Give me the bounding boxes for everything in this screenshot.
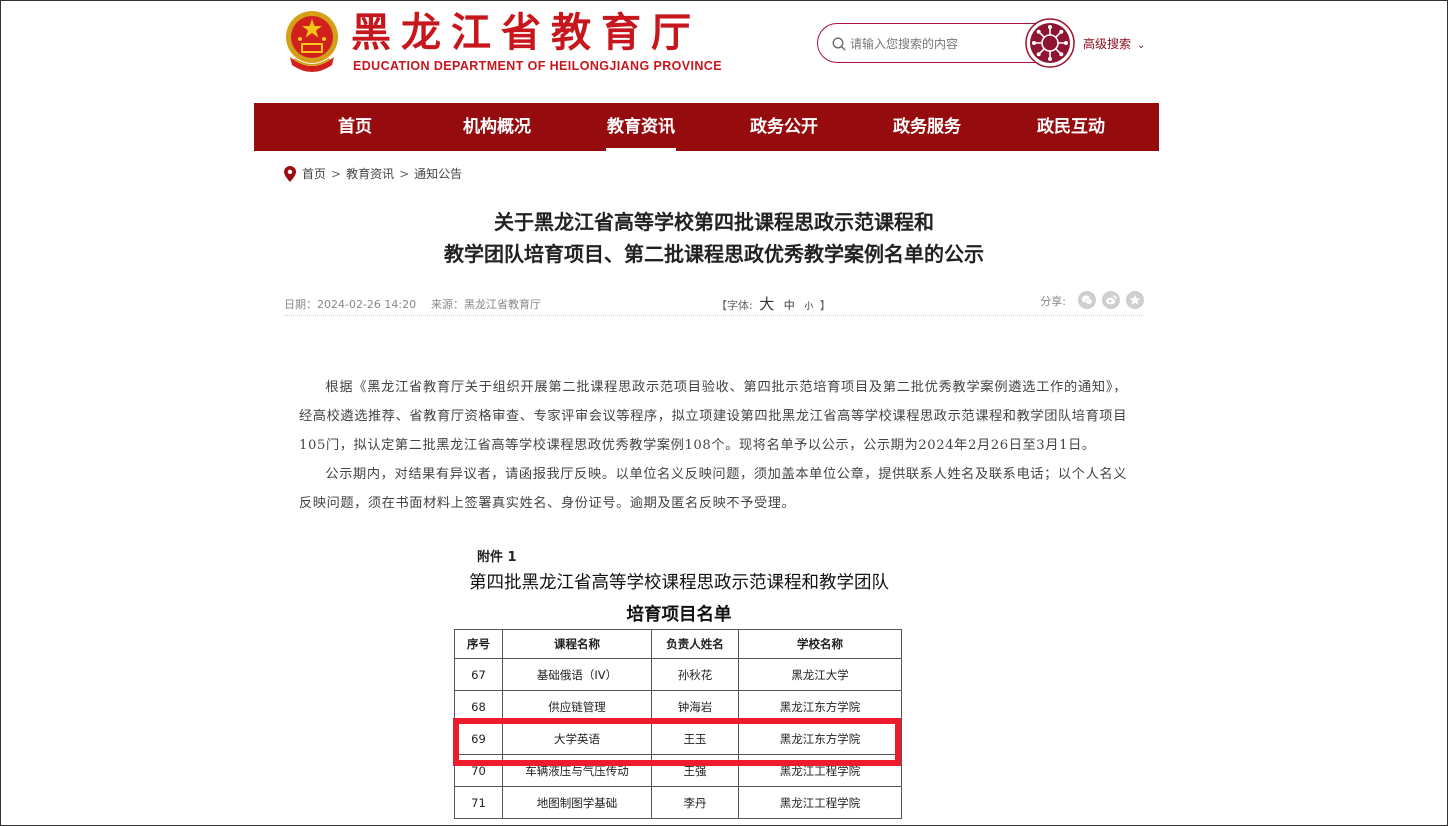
table-header-school: 学校名称 (738, 629, 902, 659)
table-cell-course: 供应链管理 (502, 690, 652, 723)
table-cell-course: 车辆液压与气压传动 (502, 754, 652, 787)
article-title: 关于黑龙江省高等学校第四批课程思政示范课程和 教学团队培育项目、第二批课程思政优… (284, 206, 1144, 270)
nav-item-public-interaction[interactable]: 政民互动 (1036, 103, 1106, 151)
share-bar: 分享: (1040, 291, 1144, 309)
font-label-close: 】 (819, 299, 831, 312)
table-cell-number: 70 (454, 754, 503, 787)
breadcrumb-home[interactable]: 首页 (302, 165, 326, 182)
table-cell-school: 黑龙江大学 (738, 658, 902, 691)
chevron-down-icon: ⌄ (1137, 40, 1146, 51)
nav-item-government-services[interactable]: 政务服务 (892, 103, 962, 151)
table-row: 68 供应链管理 钟海岩 黑龙江东方学院 (454, 690, 902, 723)
table-row: 67 基础俄语（IV） 孙秋花 黑龙江大学 (454, 658, 902, 691)
breadcrumb-separator: > (399, 166, 410, 181)
table-row: 70 车辆液压与气压传动 王强 黑龙江工程学院 (454, 754, 902, 787)
article-body: 根据《黑龙江省教育厅关于组织开展第二批课程思政示范项目验收、第四批示范培育项目及… (299, 373, 1127, 518)
table-cell-school: 黑龙江工程学院 (738, 754, 902, 787)
advanced-search-label: 高级搜索 (1083, 37, 1132, 51)
table-cell-leader: 王玉 (651, 722, 739, 755)
nav-item-government-affairs[interactable]: 政务公开 (749, 103, 819, 151)
advanced-search-link[interactable]: 高级搜索 ⌄ (1083, 35, 1145, 52)
table-row-highlighted: 69 大学英语 王玉 黑龙江东方学院 (454, 722, 902, 755)
site-title: 黑龙江省教育厅 (351, 9, 701, 56)
list-title-line1: 第四批黑龙江省高等学校课程思政示范课程和教学团队 (469, 573, 889, 593)
table-row: 71 地图制图学基础 李丹 黑龙江工程学院 (454, 786, 902, 819)
virus-icon[interactable] (1025, 18, 1075, 68)
site-subtitle: EDUCATION DEPARTMENT OF HEILONGJIANG PRO… (353, 59, 722, 73)
table-cell-course: 大学英语 (502, 722, 652, 755)
breadcrumb-education-news[interactable]: 教育资讯 (346, 165, 394, 182)
article-paragraph-2: 公示期内，对结果有异议者，请函报我厅反映。以单位名义反映问题，须加盖本单位公章，… (299, 467, 1127, 511)
table-cell-school: 黑龙江东方学院 (738, 722, 902, 755)
list-title-line2: 培育项目名单 (626, 605, 732, 625)
table-cell-school: 黑龙江工程学院 (738, 786, 902, 819)
location-pin-icon (284, 165, 296, 182)
national-emblem-icon (286, 11, 338, 72)
table-header-number: 序号 (454, 629, 503, 659)
article-date: 日期：2024-02-26 14:20 (284, 298, 417, 311)
table-cell-number: 68 (454, 690, 503, 723)
article-source: 来源：黑龙江省教育厅 (431, 298, 541, 311)
breadcrumb-notices[interactable]: 通知公告 (414, 165, 462, 182)
favorite-share-icon[interactable] (1126, 291, 1144, 309)
article-title-line2: 教学团队培育项目、第二批课程思政优秀教学案例名单的公示 (444, 242, 984, 266)
table-header-row: 序号 课程名称 负责人姓名 学校名称 (454, 629, 902, 659)
main-nav: 首页 机构概况 教育资讯 政务公开 政务服务 政民互动 (254, 103, 1159, 151)
table-cell-number: 71 (454, 786, 503, 819)
project-list-table: 序号 课程名称 负责人姓名 学校名称 67 基础俄语（IV） 孙秋花 黑龙江大学… (454, 629, 902, 819)
article-meta: 日期：2024-02-26 14:20 来源：黑龙江省教育厅 【字体: 大 中 … (284, 291, 1144, 316)
nav-item-home[interactable]: 首页 (329, 103, 381, 151)
font-size-small-button[interactable]: 小 (804, 302, 813, 312)
font-size-large-button[interactable]: 大 (759, 295, 774, 313)
breadcrumb: 首页 > 教育资讯 > 通知公告 (284, 165, 462, 182)
table-cell-leader: 李丹 (651, 786, 739, 819)
nav-item-about[interactable]: 机构概况 (462, 103, 532, 151)
wechat-share-icon[interactable] (1078, 291, 1096, 309)
table-cell-school: 黑龙江东方学院 (738, 690, 902, 723)
weibo-share-icon[interactable] (1102, 291, 1120, 309)
table-cell-leader: 王强 (651, 754, 739, 787)
table-cell-course: 地图制图学基础 (502, 786, 652, 819)
font-size-controls: 【字体: 大 中 小 】 (716, 293, 831, 314)
table-cell-leader: 孙秋花 (651, 658, 739, 691)
table-header-course: 课程名称 (502, 629, 652, 659)
nav-item-education-news[interactable]: 教育资讯 (606, 103, 676, 151)
page-frame: 黑龙江省教育厅 EDUCATION DEPARTMENT OF HEILONGJ… (0, 0, 1448, 826)
font-label-open: 【字体: (716, 299, 753, 312)
table-cell-leader: 钟海岩 (651, 690, 739, 723)
table-cell-number: 69 (454, 722, 503, 755)
font-size-medium-button[interactable]: 中 (784, 299, 795, 312)
article-title-line1: 关于黑龙江省高等学校第四批课程思政示范课程和 (494, 210, 934, 234)
table-cell-course: 基础俄语（IV） (502, 658, 652, 691)
table-header-leader: 负责人姓名 (651, 629, 739, 659)
breadcrumb-separator: > (331, 166, 342, 181)
search-input[interactable] (850, 33, 1020, 55)
attachment-label: 附件 1 (477, 550, 517, 565)
share-label: 分享: (1040, 294, 1066, 308)
search-icon[interactable] (832, 37, 846, 51)
article-paragraph-1: 根据《黑龙江省教育厅关于组织开展第二批课程思政示范项目验收、第四批示范培育项目及… (299, 380, 1127, 453)
table-cell-number: 67 (454, 658, 503, 691)
